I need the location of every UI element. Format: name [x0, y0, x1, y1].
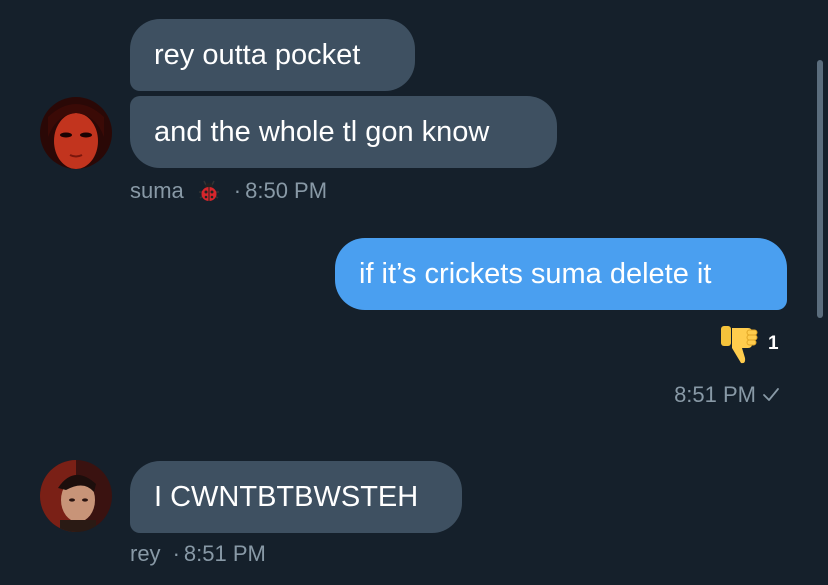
sender-name: suma [130, 178, 184, 203]
message-text: if it’s crickets suma delete it [359, 257, 712, 290]
message-bubble-received[interactable]: and the whole tl gon know [130, 96, 557, 168]
message-bubble-received[interactable]: rey outta pocket [130, 19, 415, 91]
separator-dot: · [233, 178, 242, 203]
reaction-badge[interactable]: 1 [718, 322, 779, 366]
separator-dot: · [172, 541, 180, 566]
reaction-count: 1 [768, 333, 779, 354]
avatar-image [40, 460, 112, 532]
message-bubble-sent[interactable]: if it’s crickets suma delete it [335, 238, 787, 310]
suma-avatar[interactable] [40, 97, 112, 169]
message-meta: suma · 8:50 PM [130, 178, 327, 204]
ladybug-icon [196, 178, 222, 204]
timestamp: 8:51 PM [183, 541, 266, 566]
message-text: and the whole tl gon know [154, 115, 490, 148]
message-text: rey outta pocket [154, 38, 361, 71]
message-bubble-received[interactable]: I CWNTBTBWSTEH [130, 461, 462, 533]
avatar-image [40, 97, 112, 169]
sender-name: rey [130, 541, 161, 566]
message-text: I CWNTBTBWSTEH [154, 480, 419, 513]
checkmark-icon [762, 386, 780, 404]
rey-avatar[interactable] [40, 460, 112, 532]
message-meta: rey · 8:51 PM [130, 541, 266, 567]
thumbs-down-icon [718, 322, 762, 366]
timestamp: 8:51 PM [674, 382, 756, 407]
timestamp: 8:50 PM [245, 178, 328, 203]
scrollbar[interactable] [817, 60, 823, 318]
message-meta: 8:51 PM [674, 382, 780, 408]
